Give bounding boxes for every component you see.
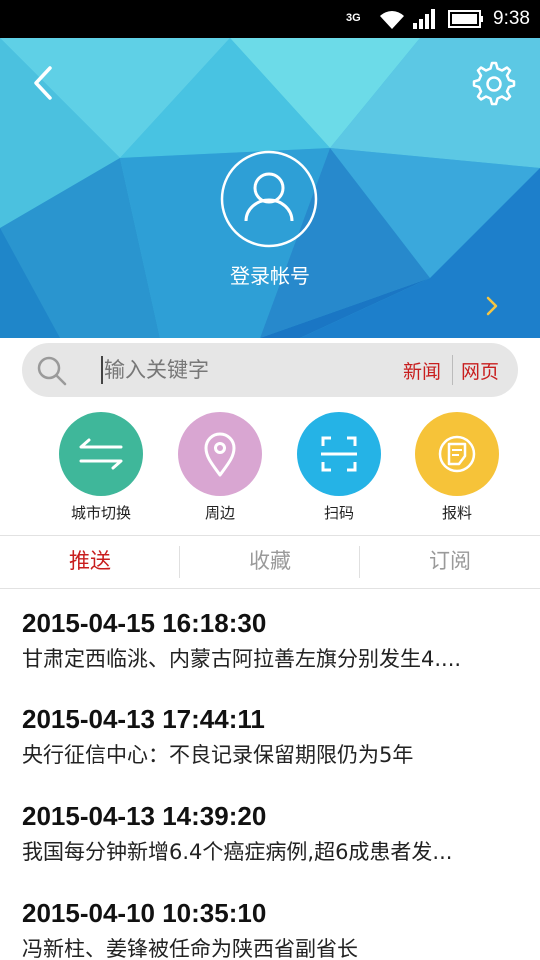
avatar-icon[interactable] xyxy=(220,150,318,248)
action-nearby[interactable]: 周边 xyxy=(165,412,275,523)
report-icon xyxy=(438,435,476,473)
profile-banner: 登录帐号 xyxy=(0,38,540,338)
quick-actions: 城市切换 周边 扫码 报料 xyxy=(0,412,540,527)
wifi-icon xyxy=(380,11,404,29)
list-item[interactable]: 2015-04-13 14:39:20 我国每分钟新增6.4个癌症病例,超6成患… xyxy=(22,801,522,866)
chevron-right-icon[interactable] xyxy=(482,293,502,319)
scan-icon xyxy=(321,436,357,472)
item-title: 我国每分钟新增6.4个癌症病例,超6成患者发... xyxy=(22,840,453,864)
search-scope-divider xyxy=(452,355,453,385)
search-scope-web[interactable]: 网页 xyxy=(461,357,499,384)
action-city-switch[interactable]: 城市切换 xyxy=(46,412,156,523)
item-timestamp: 2015-04-10 10:35:10 xyxy=(22,898,267,928)
status-bar: 3G 9:38 xyxy=(0,0,540,38)
search-scope-news[interactable]: 新闻 xyxy=(403,357,441,384)
action-label: 扫码 xyxy=(323,504,354,522)
action-circle xyxy=(297,412,381,496)
action-circle xyxy=(415,412,499,496)
item-timestamp: 2015-04-15 16:18:30 xyxy=(22,608,267,638)
action-label: 城市切换 xyxy=(70,504,131,522)
item-title: 冯新柱、姜锋被任命为陕西省副省长 xyxy=(22,937,358,960)
action-label: 报料 xyxy=(441,504,472,522)
location-pin-icon xyxy=(204,432,236,477)
list-item[interactable]: 2015-04-15 16:18:30 甘肃定西临洮、内蒙古阿拉善左旗分别发生4… xyxy=(22,608,522,673)
item-title: 央行征信中心：不良记录保留期限仍为5年 xyxy=(22,743,414,767)
tab-push[interactable]: 推送 xyxy=(0,536,180,588)
text-cursor xyxy=(101,356,103,384)
search-bar: 新闻 网页 xyxy=(22,343,518,397)
action-label: 周边 xyxy=(204,504,235,522)
item-timestamp: 2015-04-13 17:44:11 xyxy=(22,704,265,734)
gear-icon[interactable] xyxy=(470,60,518,108)
login-account-link[interactable]: 登录帐号 xyxy=(0,260,540,289)
list-item[interactable]: 2015-04-10 10:35:10 冯新柱、姜锋被任命为陕西省副省长 xyxy=(22,898,522,960)
battery-icon xyxy=(448,10,483,28)
clock: 9:38 xyxy=(493,8,530,29)
back-chevron-icon[interactable] xyxy=(26,60,62,106)
network-type: 3G xyxy=(346,12,361,24)
action-report[interactable]: 报料 xyxy=(402,412,512,523)
action-circle xyxy=(59,412,143,496)
action-scan[interactable]: 扫码 xyxy=(284,412,394,523)
signal-icon xyxy=(413,9,435,29)
tab-bar: 推送 收藏 订阅 xyxy=(0,535,540,589)
swap-arrows-icon xyxy=(79,438,123,470)
action-circle xyxy=(178,412,262,496)
list-item[interactable]: 2015-04-13 17:44:11 央行征信中心：不良记录保留期限仍为5年 xyxy=(22,704,522,769)
tab-favorites[interactable]: 收藏 xyxy=(180,536,360,588)
search-icon[interactable] xyxy=(36,355,68,387)
search-input[interactable] xyxy=(104,351,404,389)
tab-subscriptions[interactable]: 订阅 xyxy=(360,536,540,588)
item-title: 甘肃定西临洮、内蒙古阿拉善左旗分别发生4.... xyxy=(22,647,462,671)
item-timestamp: 2015-04-13 14:39:20 xyxy=(22,801,267,831)
